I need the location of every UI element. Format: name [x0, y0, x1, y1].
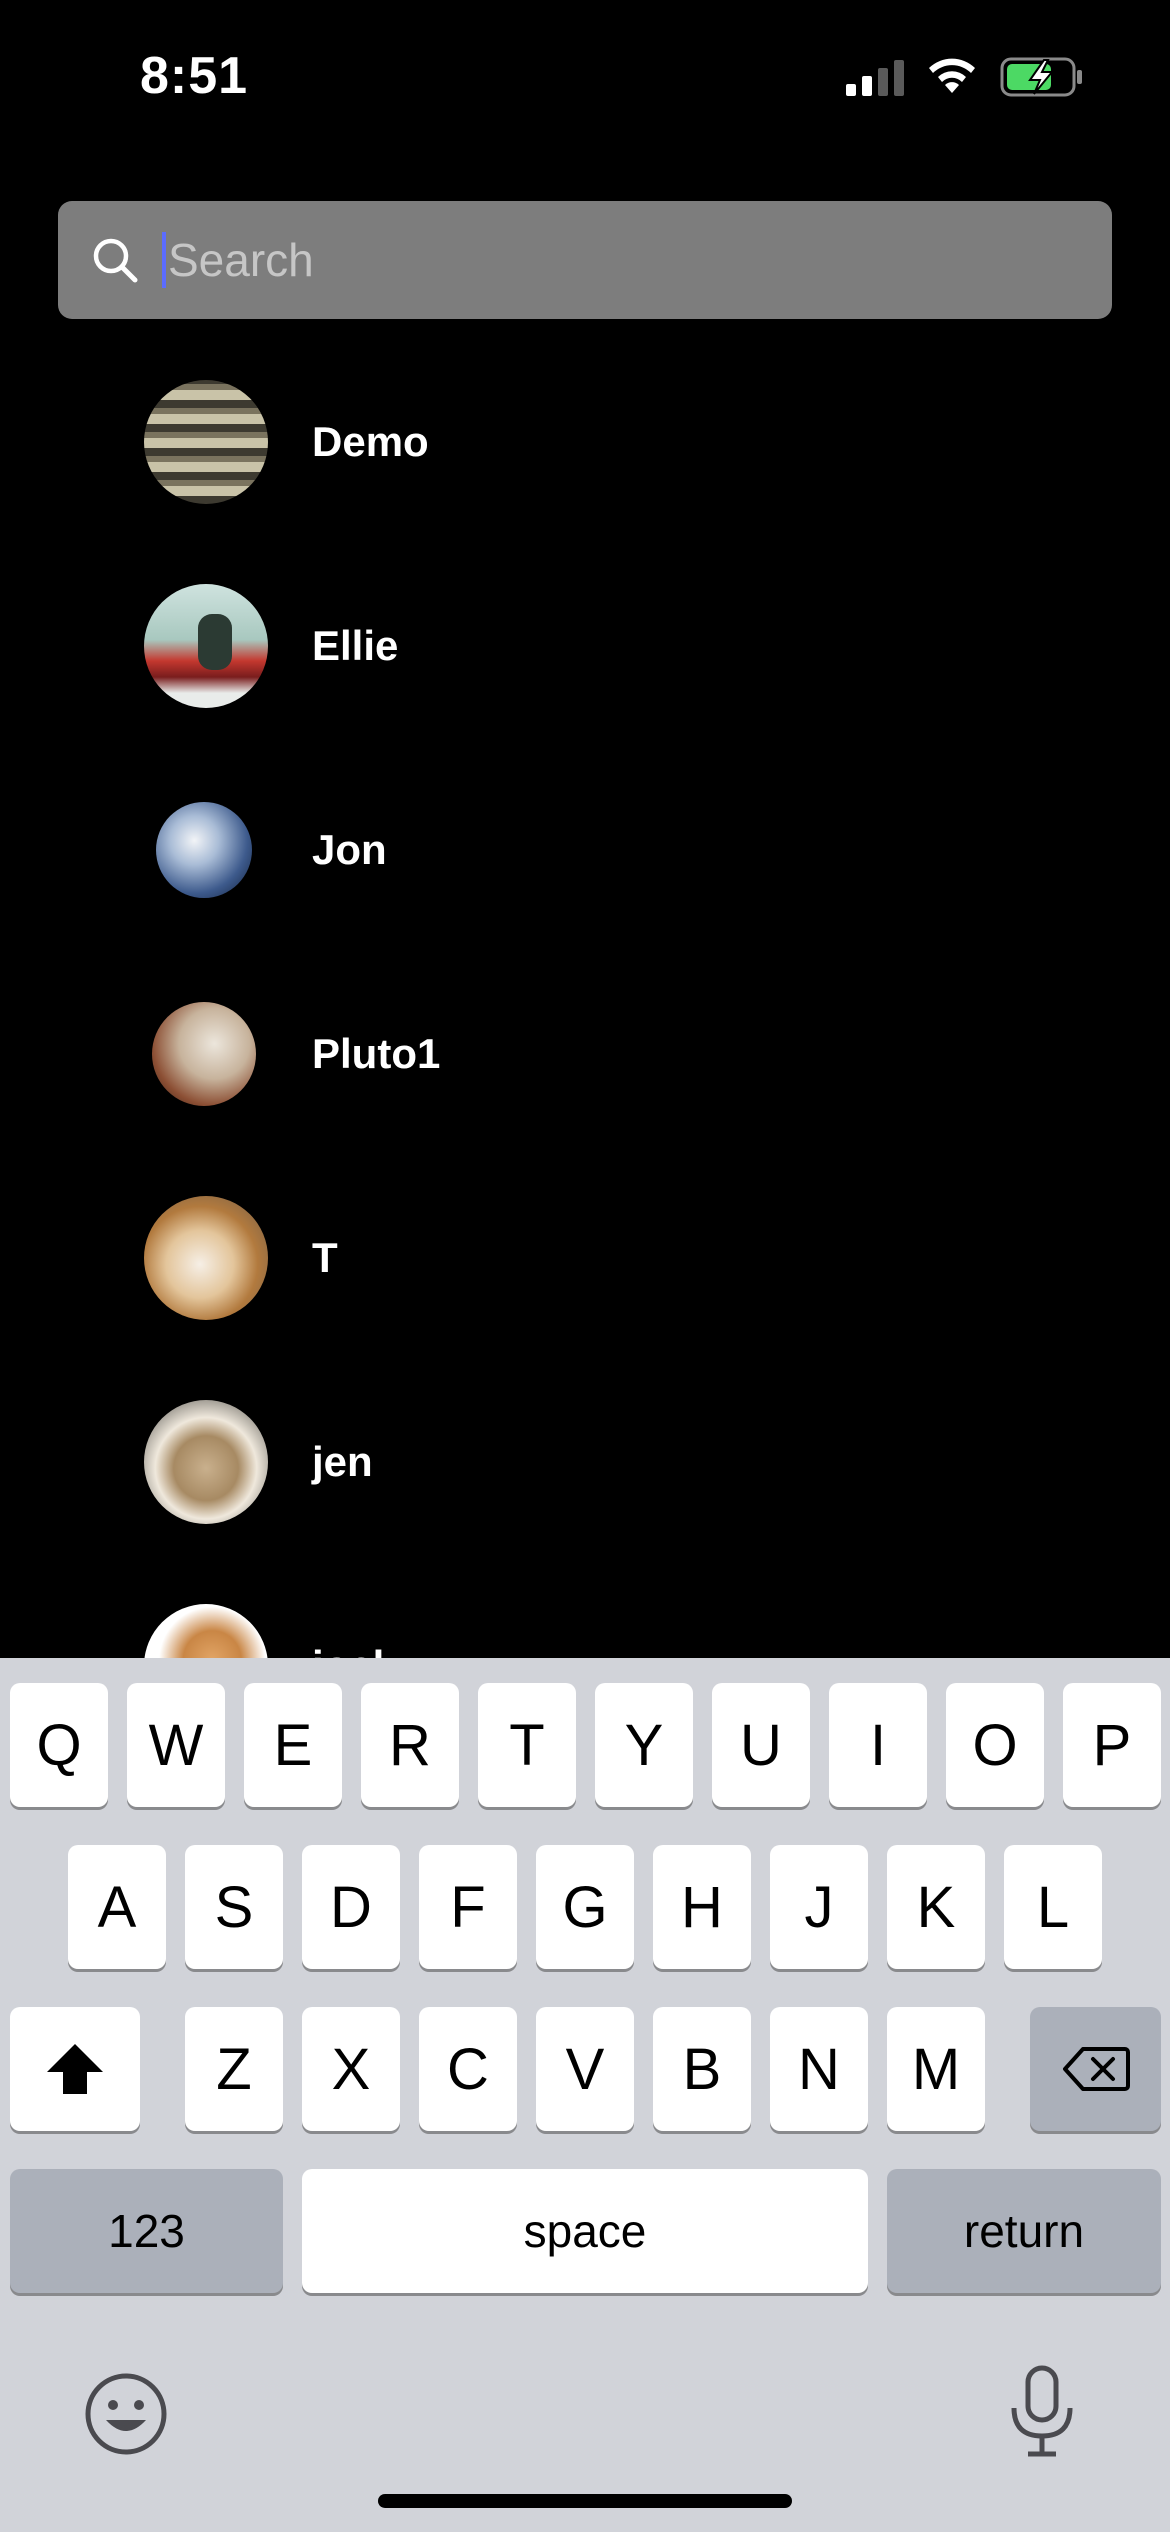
contact-item-t[interactable]: T [0, 1156, 1170, 1360]
key-d[interactable]: D [302, 1845, 400, 1969]
key-b[interactable]: B [653, 2007, 751, 2131]
key-v[interactable]: V [536, 2007, 634, 2131]
earth-avatar [156, 802, 252, 898]
contact-item-pluto1[interactable]: Pluto1 [0, 952, 1170, 1156]
key-f[interactable]: F [419, 1845, 517, 1969]
search-input[interactable] [168, 233, 1068, 287]
contact-name: T [312, 1234, 338, 1281]
dog-avatar [144, 1196, 268, 1320]
key-l[interactable]: L [1004, 1845, 1102, 1969]
battery-charging-icon [1000, 57, 1082, 97]
cat-in-bowl-avatar [144, 1400, 268, 1524]
home-indicator[interactable] [378, 2494, 792, 2508]
key-e[interactable]: E [244, 1683, 342, 1807]
key-k[interactable]: K [887, 1845, 985, 1969]
pluto-avatar [152, 1002, 256, 1106]
kayaker-avatar [144, 584, 268, 708]
contact-item-demo[interactable]: Demo [0, 340, 1170, 544]
key-r[interactable]: R [361, 1683, 459, 1807]
key-i[interactable]: I [829, 1683, 927, 1807]
contact-item-joel[interactable]: joel [0, 1564, 1170, 1660]
key-m[interactable]: M [887, 2007, 985, 2131]
key-u[interactable]: U [712, 1683, 810, 1807]
emoji-icon[interactable] [82, 2370, 170, 2458]
search-icon [93, 238, 138, 283]
key-y[interactable]: Y [595, 1683, 693, 1807]
key-s[interactable]: S [185, 1845, 283, 1969]
wifi-icon [929, 58, 975, 93]
status-time: 8:51 [140, 47, 249, 105]
key-a[interactable]: A [68, 1845, 166, 1969]
key-x[interactable]: X [302, 2007, 400, 2131]
key-q[interactable]: Q [10, 1683, 108, 1807]
shift-key[interactable] [10, 2007, 140, 2131]
contact-name: Jon [312, 826, 387, 873]
numbers-key[interactable]: 123 [10, 2169, 283, 2293]
key-n[interactable]: N [770, 2007, 868, 2131]
keyboard: Q W E R T Y U I O P A S D F G H J K L Z … [0, 1658, 1170, 2532]
contact-list[interactable]: Demo Ellie Jon Pluto1 T jen joel [0, 340, 1170, 1660]
microphone-icon[interactable] [1006, 2364, 1078, 2460]
contact-item-jon[interactable]: Jon [0, 748, 1170, 952]
contact-name: Demo [312, 418, 429, 465]
key-z[interactable]: Z [185, 2007, 283, 2131]
shift-icon [47, 2044, 103, 2094]
contact-name: jen [312, 1438, 373, 1485]
text-cursor [162, 232, 166, 288]
key-p[interactable]: P [1063, 1683, 1161, 1807]
delete-key[interactable] [1030, 2007, 1161, 2131]
contact-item-ellie[interactable]: Ellie [0, 544, 1170, 748]
key-w[interactable]: W [127, 1683, 225, 1807]
status-icons [846, 56, 1084, 98]
contact-name: Ellie [312, 622, 399, 669]
return-key[interactable]: return [887, 2169, 1161, 2293]
key-j[interactable]: J [770, 1845, 868, 1969]
key-h[interactable]: H [653, 1845, 751, 1969]
contact-name: Pluto1 [312, 1030, 441, 1077]
backspace-icon [1062, 2047, 1130, 2091]
cat-avatar [144, 1604, 268, 1660]
key-c[interactable]: C [419, 2007, 517, 2131]
key-t[interactable]: T [478, 1683, 576, 1807]
pattern-avatar [144, 380, 268, 504]
key-g[interactable]: G [536, 1845, 634, 1969]
contact-item-jen[interactable]: jen [0, 1360, 1170, 1564]
key-o[interactable]: O [946, 1683, 1044, 1807]
cellular-signal-icon [846, 58, 904, 96]
search-bar[interactable] [58, 201, 1112, 319]
space-key[interactable]: space [302, 2169, 868, 2293]
